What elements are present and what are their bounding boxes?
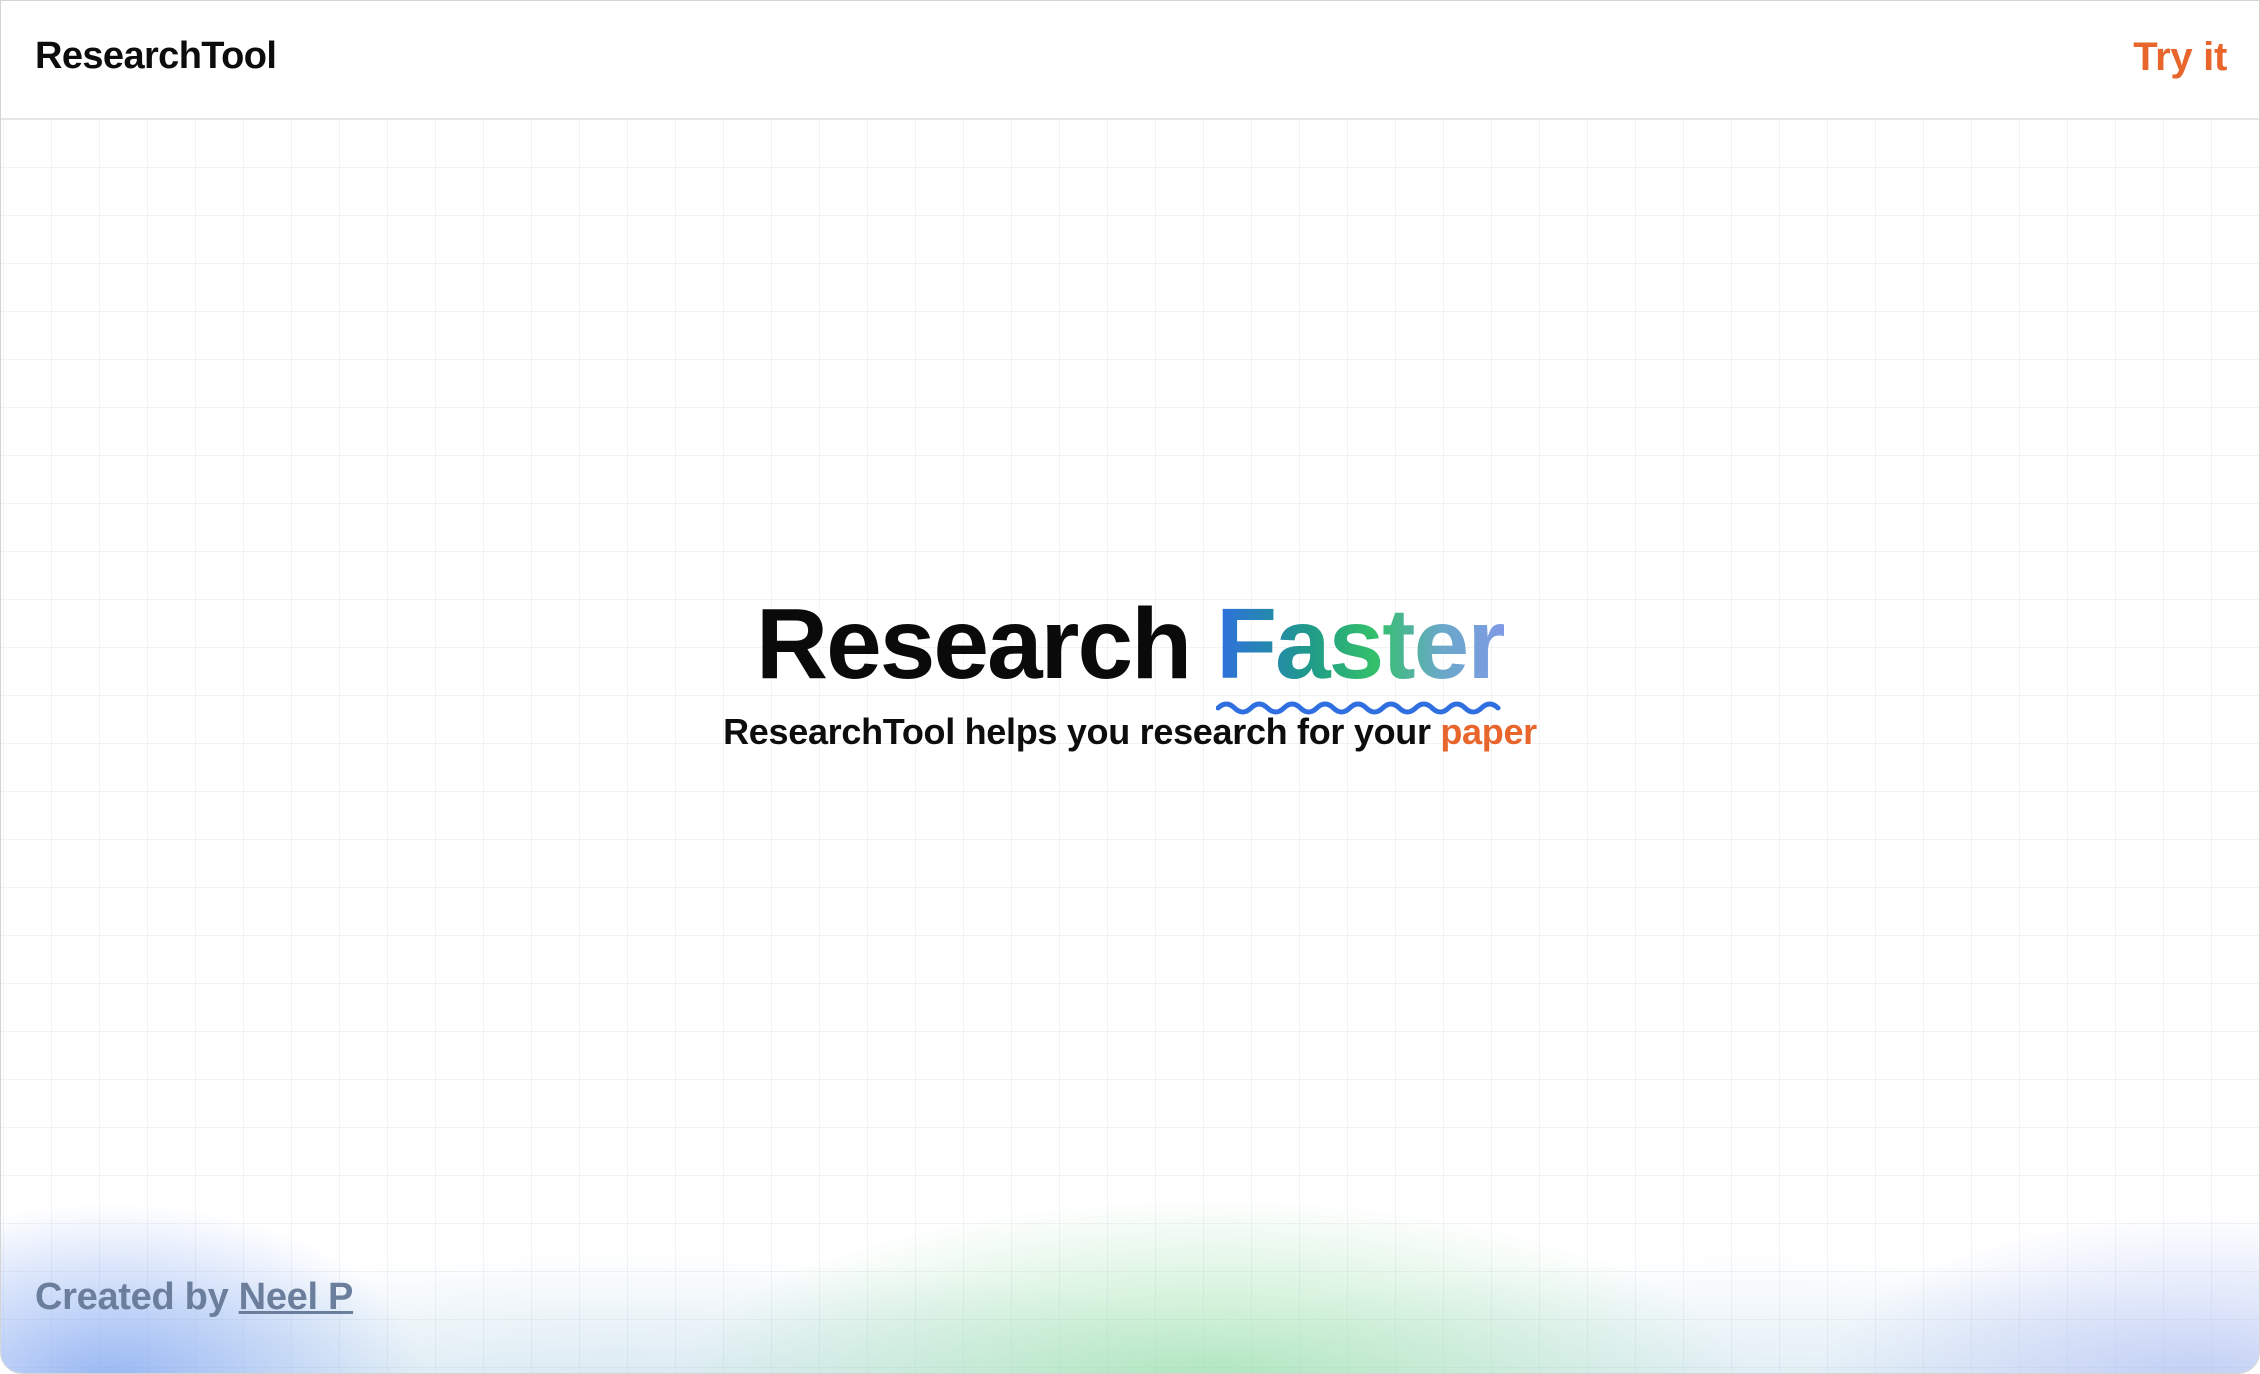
- try-it-link[interactable]: Try it: [2133, 35, 2227, 80]
- hero-title: Research Faster: [1, 588, 2259, 715]
- hero-section: Research Faster ResearchTool helps you r…: [1, 589, 2259, 753]
- squiggle-underline-icon: [1215, 701, 1501, 715]
- app-window: ResearchTool Try it Research Faster Rese…: [0, 0, 2260, 1374]
- hero-subtitle: ResearchTool helps you research for your…: [1, 711, 2259, 753]
- footer-credit: Created by Neel P: [35, 1276, 353, 1319]
- author-link[interactable]: Neel P: [239, 1276, 354, 1318]
- credit-prefix: Created by: [35, 1276, 229, 1318]
- hero-title-accent: Faster: [1215, 588, 1505, 715]
- brand-logo[interactable]: ResearchTool: [35, 35, 277, 78]
- hero-title-main: Research: [755, 588, 1192, 700]
- hero-title-accent-text: Faster: [1215, 588, 1505, 700]
- top-navbar: ResearchTool Try it: [1, 1, 2259, 120]
